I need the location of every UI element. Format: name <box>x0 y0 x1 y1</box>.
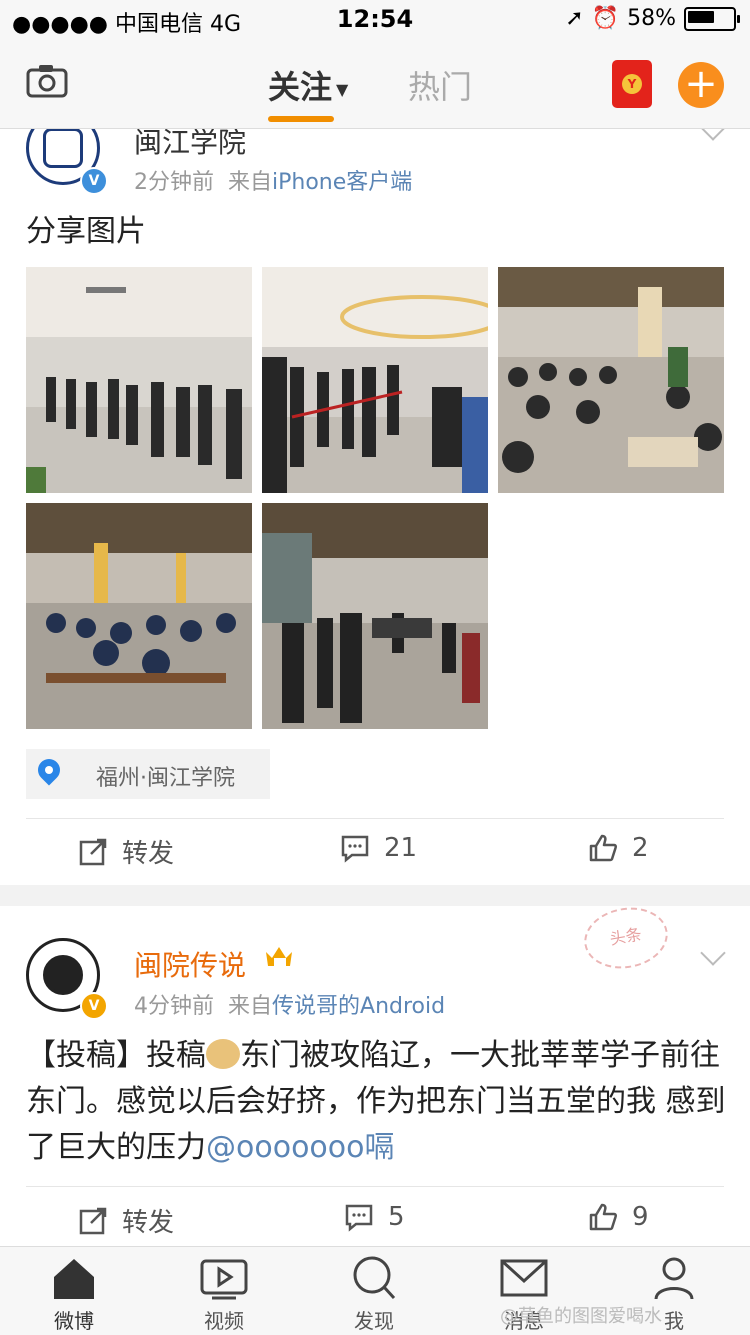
post-photo[interactable] <box>498 267 724 493</box>
post-photo[interactable] <box>26 503 252 729</box>
post-text-part1: 【投稿】投稿 <box>26 1038 206 1073</box>
like-count: 9 <box>632 1202 649 1232</box>
post-time: 4分钟前 <box>134 994 214 1019</box>
post-meta: 2分钟前 来自iPhone客户端 <box>134 164 412 196</box>
verified-icon: V <box>80 992 108 1020</box>
comment-count: 5 <box>388 1202 405 1232</box>
crown-icon <box>266 947 292 966</box>
home-icon <box>54 1259 94 1299</box>
repost-label: 转发 <box>122 839 175 869</box>
battery-icon <box>684 6 740 31</box>
thumbs-up-icon <box>589 1203 618 1231</box>
search-icon <box>353 1256 396 1300</box>
username[interactable]: 闽院传说 <box>134 944 246 984</box>
chevron-down-icon[interactable] <box>700 129 726 141</box>
mail-icon <box>500 1259 548 1297</box>
tab-label: 发现 <box>354 1309 394 1333</box>
username[interactable]: 闽江学院 <box>134 129 246 161</box>
tab-underline <box>268 116 334 122</box>
comment-button[interactable]: 21 <box>340 833 417 863</box>
post-text: 【投稿】投稿 东门被攻陷辽，一大批莘莘学子前往东门。感觉以后会好挤，作为把东门当五… <box>26 1033 726 1171</box>
caret-down-icon: ▼ <box>336 79 349 99</box>
tab-follow[interactable]: 关注 ▼ <box>268 62 348 108</box>
post-photo[interactable] <box>262 267 488 493</box>
post-text: 分享图片 <box>26 214 146 249</box>
tab-label: 微博 <box>54 1309 94 1333</box>
repost-icon <box>79 838 107 865</box>
tab-video[interactable]: 视频 <box>164 1255 284 1334</box>
repost-icon <box>79 1207 107 1234</box>
location-label: 福州·闽江学院 <box>96 766 235 791</box>
tab-label: 我 <box>664 1309 684 1333</box>
status-right: ➚ ⏰ 58% <box>565 6 740 31</box>
thumbs-up-icon <box>589 834 618 862</box>
watermark: @草鱼的图图爱喝水 <box>500 1306 662 1327</box>
post-card: V 闽江学院 2分钟前 来自iPhone客户端 分享图片 福州·闽江学院 转发 … <box>0 129 750 885</box>
camera-icon[interactable] <box>26 64 68 98</box>
tab-follow-label: 关注 <box>268 68 333 106</box>
from-prefix: 来自 <box>228 994 273 1019</box>
like-button[interactable]: 2 <box>588 833 649 863</box>
chevron-down-icon[interactable] <box>700 940 726 966</box>
post-meta: 4分钟前 来自传说哥的Android <box>134 988 445 1020</box>
tab-label: 视频 <box>204 1309 244 1333</box>
repost-button[interactable]: 转发 <box>78 833 174 870</box>
top-nav: 关注 ▼ 热门 Y + <box>0 40 750 129</box>
tab-weibo[interactable]: 微博 <box>14 1255 134 1334</box>
like-count: 2 <box>632 833 649 863</box>
post-photo[interactable] <box>26 267 252 493</box>
profile-icon <box>654 1257 694 1300</box>
post-card: 头条 V 闽院传说 4分钟前 来自传说哥的Android 【投稿】投稿 东门被攻陷… <box>0 906 750 1246</box>
divider <box>26 1186 724 1187</box>
map-pin-icon <box>33 754 65 786</box>
location-arrow-icon: ➚ <box>565 6 584 31</box>
headline-stamp: 头条 <box>579 906 673 975</box>
repost-button[interactable]: 转发 <box>78 1202 174 1239</box>
repost-label: 转发 <box>122 1208 175 1238</box>
post-source[interactable]: 传说哥的Android <box>272 994 445 1019</box>
like-button[interactable]: 9 <box>588 1202 649 1232</box>
comment-icon <box>341 835 369 863</box>
tab-discover[interactable]: 发现 <box>314 1255 434 1334</box>
battery-percent: 58% <box>627 6 676 31</box>
tab-hot[interactable]: 热门 <box>408 62 472 108</box>
divider <box>26 818 724 819</box>
post-photo[interactable] <box>262 503 488 729</box>
comment-count: 21 <box>384 833 418 863</box>
verified-icon: V <box>80 167 108 195</box>
video-icon <box>200 1259 248 1300</box>
plus-icon[interactable]: + <box>678 62 724 108</box>
red-envelope-icon[interactable]: Y <box>612 60 652 108</box>
doge-emoji-icon <box>206 1039 240 1069</box>
comment-icon <box>345 1204 373 1232</box>
comment-button[interactable]: 5 <box>344 1202 405 1232</box>
status-bar: ●●●●● 中国电信 4G 12:54 ➚ ⏰ 58% <box>0 0 750 40</box>
from-prefix: 来自 <box>228 170 273 195</box>
location-tag[interactable]: 福州·闽江学院 <box>26 749 270 799</box>
mention-link[interactable]: @ooooooo嗝 <box>206 1130 394 1165</box>
post-time: 2分钟前 <box>134 170 214 195</box>
post-source[interactable]: iPhone客户端 <box>272 170 412 195</box>
alarm-icon: ⏰ <box>591 6 620 31</box>
